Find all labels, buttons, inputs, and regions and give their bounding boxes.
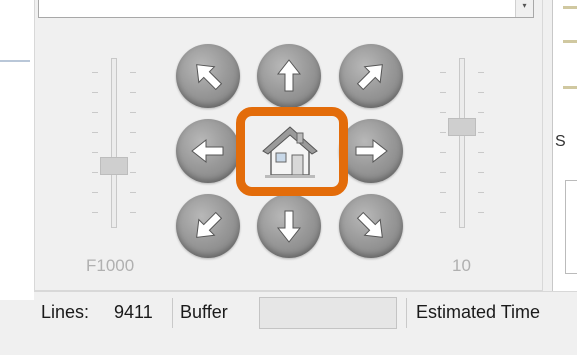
command-field[interactable]: ▾ <box>38 0 534 18</box>
jog-up-button[interactable] <box>257 44 321 108</box>
home-button-highlight <box>236 107 348 196</box>
status-separator <box>406 298 407 328</box>
buffer-label: Buffer <box>180 302 228 322</box>
arrow-left-icon <box>191 138 224 164</box>
left-background <box>0 0 34 300</box>
right-panel-text-fragment <box>563 86 577 89</box>
jog-left-button[interactable] <box>176 119 240 183</box>
jog-down-button[interactable] <box>257 194 321 258</box>
feed-slider-track <box>111 58 117 228</box>
jog-down-right-button[interactable] <box>339 194 403 258</box>
step-slider-track <box>459 58 465 228</box>
status-separator <box>172 298 173 328</box>
arrow-up-left-icon <box>196 64 223 91</box>
estimated-time-label: Estimated Time <box>416 302 541 322</box>
right-panel-text-fragment <box>563 40 577 43</box>
jog-up-left-button[interactable] <box>176 44 240 108</box>
arrow-up-icon <box>276 59 302 92</box>
arrow-down-right-icon <box>356 211 383 238</box>
feed-slider-thumb[interactable] <box>100 157 128 175</box>
step-size-slider[interactable] <box>440 58 484 248</box>
step-size-label: 10 <box>452 256 471 275</box>
right-side-panel: S <box>552 0 577 300</box>
feed-rate-label: F1000 <box>86 256 135 275</box>
jog-down-left-button[interactable] <box>176 194 240 258</box>
left-divider <box>0 60 30 62</box>
status-bar: Lines: 9411 Buffer Estimated Time <box>34 291 577 336</box>
lines-label: Lines: <box>41 302 90 322</box>
feed-rate-slider[interactable] <box>92 58 136 248</box>
jog-up-right-button[interactable] <box>339 44 403 108</box>
arrow-right-icon <box>355 138 388 164</box>
arrow-up-right-icon <box>356 64 383 91</box>
jog-right-button[interactable] <box>339 119 403 183</box>
right-panel-box <box>565 180 577 274</box>
lines-count: 9411 <box>114 302 153 322</box>
buffer-progress-bar <box>259 297 397 329</box>
arrow-down-icon <box>276 210 302 243</box>
dropdown-arrow-icon[interactable]: ▾ <box>515 0 533 17</box>
right-panel-text-fragment <box>563 6 577 9</box>
arrow-down-left-icon <box>196 211 223 238</box>
step-slider-thumb[interactable] <box>448 118 476 136</box>
right-panel-label: S <box>555 133 566 150</box>
